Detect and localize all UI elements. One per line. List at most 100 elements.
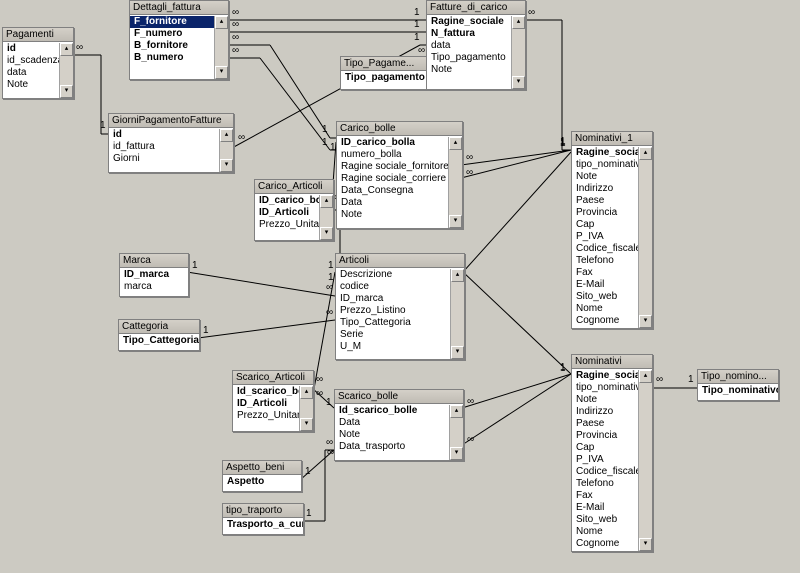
scroll-up-icon[interactable]: ▴ [512, 16, 525, 29]
scrollbar[interactable]: ▴▾ [450, 269, 464, 359]
field[interactable]: ID_Articoli [233, 398, 300, 410]
field[interactable]: Data_trasporto [335, 441, 450, 453]
field[interactable]: U_M [336, 341, 451, 353]
field[interactable]: Serie [336, 329, 451, 341]
table-tipo_nom[interactable]: Tipo_nomino...Tipo_nominativo [697, 369, 779, 401]
table-header[interactable]: Tipo_nomino... [698, 370, 778, 384]
field[interactable]: N_fattura [427, 28, 512, 40]
scroll-down-icon[interactable]: ▾ [320, 227, 333, 240]
field[interactable]: Codice_fiscale [572, 243, 639, 255]
field[interactable]: Prezzo_Listino [336, 305, 451, 317]
table-header[interactable]: Carico_Articoli [255, 180, 333, 194]
table-pagamenti[interactable]: Pagamentiidid_scadenzadataNote▴▾ [2, 27, 74, 99]
scroll-up-icon[interactable]: ▴ [451, 269, 464, 282]
field[interactable]: Telefono [572, 478, 639, 490]
field[interactable]: Paese [572, 418, 639, 430]
table-giorni[interactable]: GiorniPagamentoFattureidid_fatturaGiorni… [108, 113, 234, 173]
scrollbar[interactable]: ▴▾ [449, 405, 463, 460]
field[interactable]: Aspetto [223, 476, 301, 488]
scroll-up-icon[interactable]: ▴ [220, 129, 233, 142]
table-articoli[interactable]: ArticoliDescrizionecodiceID_marcaPrezzo_… [335, 253, 465, 360]
scroll-up-icon[interactable]: ▴ [215, 16, 228, 29]
field[interactable]: Note [427, 64, 512, 76]
scroll-up-icon[interactable]: ▴ [450, 405, 463, 418]
field[interactable]: Indirizzo [572, 183, 639, 195]
field[interactable]: Nome [572, 303, 639, 315]
field[interactable]: Data [335, 417, 450, 429]
field[interactable]: Cognome [572, 315, 639, 327]
field[interactable]: B_numero [130, 52, 215, 64]
table-tipo_pag[interactable]: Tipo_Pagame...Tipo_pagamento [340, 56, 427, 90]
field[interactable]: Tipo_Cattegoria [336, 317, 451, 329]
field[interactable]: Ragine sociale_fornitore [337, 161, 449, 173]
scroll-down-icon[interactable]: ▾ [215, 66, 228, 79]
table-fatture[interactable]: Fatture_di_caricoRagine_socialeN_fattura… [426, 0, 526, 90]
scroll-up-icon[interactable]: ▴ [639, 370, 652, 383]
field[interactable]: Codice_fiscale [572, 466, 639, 478]
field[interactable]: Data [337, 197, 449, 209]
table-scarico_a[interactable]: Scarico_ArticoliId_scarico_bolleID_Artic… [232, 370, 314, 432]
field[interactable]: Note [572, 394, 639, 406]
table-nom1[interactable]: Nominativi_1Ragine_socialetipo_nominativ… [571, 131, 653, 329]
field[interactable]: Giorni [109, 153, 220, 165]
scrollbar[interactable]: ▴▾ [319, 195, 333, 240]
field[interactable]: Id_scarico_bolle [335, 405, 450, 417]
table-header[interactable]: Cattegoria [119, 320, 199, 334]
field[interactable]: E-Mail [572, 279, 639, 291]
field[interactable]: E-Mail [572, 502, 639, 514]
field[interactable]: ID_carico_bol [255, 195, 320, 207]
scroll-up-icon[interactable]: ▴ [300, 386, 313, 399]
field[interactable]: Ragine_sociale [572, 147, 639, 159]
table-categoria[interactable]: CattegoriaTipo_Cattegoria [118, 319, 200, 351]
scroll-down-icon[interactable]: ▾ [639, 538, 652, 551]
scrollbar[interactable]: ▴▾ [59, 43, 73, 98]
scroll-up-icon[interactable]: ▴ [639, 147, 652, 160]
field[interactable]: Cap [572, 219, 639, 231]
field[interactable]: Sito_web [572, 291, 639, 303]
field[interactable]: tipo_nominativo [572, 382, 639, 394]
field[interactable]: Indirizzo [572, 406, 639, 418]
scrollbar[interactable]: ▴▾ [638, 370, 652, 551]
table-carico_a[interactable]: Carico_ArticoliID_carico_bolID_ArticoliP… [254, 179, 334, 241]
field[interactable]: Fax [572, 490, 639, 502]
field[interactable]: id [3, 43, 60, 55]
table-header[interactable]: Pagamenti [3, 28, 73, 42]
field[interactable]: Note [3, 79, 60, 91]
table-header[interactable]: Aspetto_beni [223, 461, 301, 475]
scrollbar[interactable]: ▴▾ [511, 16, 525, 89]
field[interactable]: Prezzo_Unitario [233, 410, 300, 422]
field[interactable]: P_IVA [572, 231, 639, 243]
table-header[interactable]: Scarico_bolle [335, 390, 463, 404]
field[interactable]: Ragine_sociale [572, 370, 639, 382]
scroll-down-icon[interactable]: ▾ [639, 315, 652, 328]
table-scarico_b[interactable]: Scarico_bolleId_scarico_bolleDataNoteDat… [334, 389, 464, 461]
field[interactable]: Note [337, 209, 449, 221]
table-header[interactable]: Dettagli_fattura [130, 1, 228, 15]
table-header[interactable]: tipo_traporto [223, 504, 303, 518]
table-nom[interactable]: NominativiRagine_socialetipo_nominativoN… [571, 354, 653, 552]
table-carico_b[interactable]: Carico_bolleID_carico_bollanumero_bollaR… [336, 121, 463, 229]
field[interactable]: Note [335, 429, 450, 441]
relationship-canvas[interactable]: ∞1∞1∞1∞1∞11∞∞1∞1∞11∞1∞∞1∞11∞1∞∞1∞1∞1∞1∞1… [0, 0, 800, 573]
scroll-down-icon[interactable]: ▾ [220, 159, 233, 172]
table-header[interactable]: Nominativi_1 [572, 132, 652, 146]
table-header[interactable]: Marca [120, 254, 188, 268]
field[interactable]: id_scadenza [3, 55, 60, 67]
scrollbar[interactable]: ▴▾ [299, 386, 313, 431]
field[interactable]: tipo_nominativo [572, 159, 639, 171]
scroll-down-icon[interactable]: ▾ [300, 418, 313, 431]
field[interactable]: B_fornitore [130, 40, 215, 52]
scroll-down-icon[interactable]: ▾ [450, 447, 463, 460]
table-marca[interactable]: MarcaID_marcamarca [119, 253, 189, 297]
field[interactable]: F_numero [130, 28, 215, 40]
table-dettagli[interactable]: Dettagli_fatturaF_fornitoreF_numeroB_for… [129, 0, 229, 80]
scroll-down-icon[interactable]: ▾ [451, 346, 464, 359]
field[interactable]: Paese [572, 195, 639, 207]
scroll-up-icon[interactable]: ▴ [320, 195, 333, 208]
field[interactable]: Tipo_pagamento [427, 52, 512, 64]
field[interactable]: id_fattura [109, 141, 220, 153]
field[interactable]: id [109, 129, 220, 141]
scroll-down-icon[interactable]: ▾ [449, 215, 462, 228]
field[interactable]: Tipo_pagamento [341, 72, 426, 84]
field[interactable]: Sito_web [572, 514, 639, 526]
